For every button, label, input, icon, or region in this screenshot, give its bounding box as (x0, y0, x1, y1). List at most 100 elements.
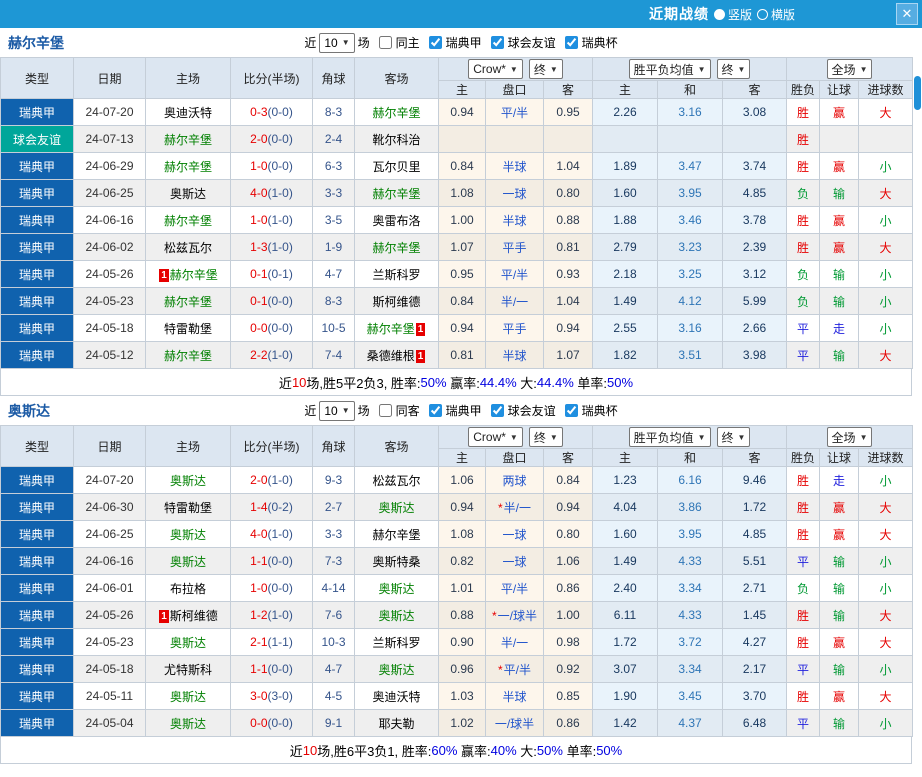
ah-away-odds-cell: 0.84 (543, 466, 593, 494)
league-label: 球会友谊 (507, 404, 556, 418)
eu-home-cell: 2.55 (592, 314, 658, 342)
wdl-cell: 胜 (786, 233, 821, 261)
handicap-result-cell: 输 (819, 179, 860, 207)
league-checkbox-friendly[interactable] (490, 404, 504, 417)
fulltime-score: 1-4 (250, 500, 268, 514)
halftime-score: (1-1) (267, 635, 293, 649)
col-score: 比分(半场) (230, 425, 313, 467)
ah-home-odds-cell: 0.90 (438, 628, 486, 656)
fulltime-score: 2-0 (250, 473, 268, 487)
match-row[interactable]: 瑞典甲 24-07-20 奥斯达 2-0(1-0) 9-3 松兹瓦尔 1.06 两球 0.84 1… (0, 466, 914, 494)
home-team-cell: 赫尔辛堡 (145, 206, 231, 234)
date-cell: 24-05-04 (73, 709, 146, 737)
ah-line-cell: 两球 (485, 466, 544, 494)
league-cell: 瑞典甲 (0, 341, 74, 369)
ah-home-odds-cell: 0.82 (438, 547, 486, 575)
match-count-select[interactable]: 10 ▼ (319, 400, 355, 421)
league-label: 瑞典甲 (445, 404, 482, 418)
match-row[interactable]: 瑞典甲 24-06-16 奥斯达 1-1(0-0) 7-3 奥斯特桑 0.82 一球 1.06 1… (0, 547, 914, 575)
league-checkbox-allsvenskan[interactable] (428, 36, 442, 49)
fulltime-score: 0-1 (250, 294, 268, 308)
corners-cell: 10-5 (312, 314, 355, 342)
same-venue-checkbox[interactable] (378, 404, 392, 417)
eu-draw-cell: 4.37 (657, 709, 723, 737)
same-venue-checkbox[interactable] (378, 36, 392, 49)
scope-select[interactable]: 全场 ▼ (826, 59, 873, 79)
ah-home-odds-cell: 0.96 (438, 655, 486, 683)
team-name: 赫尔辛堡 (163, 132, 212, 147)
match-row[interactable]: 瑞典甲 24-05-18 特雷勒堡 0-0(0-0) 10-5 赫尔辛堡 1 0.94 平手 0.… (0, 314, 914, 342)
ah-line-cell: 半球 (485, 341, 544, 369)
away-team-cell: 奥斯特桑 (354, 547, 439, 575)
team-name: 松兹瓦尔 (163, 240, 212, 255)
match-row[interactable]: 瑞典甲 24-06-01 布拉格 1-0(0-0) 4-14 奥斯达 1.01 平/半 0.86… (0, 574, 914, 602)
match-row[interactable]: 瑞典甲 24-06-30 特雷勒堡 1-4(0-2) 2-7 奥斯达 0.94 *半/一 0.9… (0, 493, 914, 521)
match-row[interactable]: 瑞典甲 24-06-29 赫尔辛堡 1-0(0-0) 6-3 瓦尔贝里 0.84 半球 1.04… (0, 152, 914, 180)
score-cell: 2-1(1-1) (230, 628, 313, 656)
match-row[interactable]: 瑞典甲 24-06-25 奥斯达 4-0(1-0) 3-3 赫尔辛堡 1.08 一球 0.80 1… (0, 179, 914, 207)
team-name: 赫尔辛堡 (169, 267, 218, 282)
halftime-score: (1-0) (267, 186, 293, 200)
match-row[interactable]: 瑞典甲 24-07-20 奥迪沃特 0-3(0-0) 8-3 赫尔辛堡 0.94 平/半 0.9… (0, 98, 914, 126)
odds-company-select[interactable]: Crow* ▼ (468, 59, 523, 79)
match-row[interactable]: 瑞典甲 24-06-02 松兹瓦尔 1-3(1-0) 1-9 赫尔辛堡 1.07 平手 0.81… (0, 233, 914, 261)
league-checkbox-allsvenskan[interactable] (428, 404, 442, 417)
match-row[interactable]: 瑞典甲 24-06-25 奥斯达 4-0(1-0) 3-3 赫尔辛堡 1.08 一球 0.80 1… (0, 520, 914, 548)
wdl-time-select[interactable]: 终 ▼ (716, 427, 751, 447)
halftime-score: (3-0) (267, 689, 293, 703)
match-row[interactable]: 瑞典甲 24-05-11 奥斯达 3-0(3-0) 4-5 奥迪沃特 1.03 半球 0.85 1… (0, 682, 914, 710)
eu-away-cell: 5.51 (721, 547, 788, 575)
match-row[interactable]: 瑞典甲 24-05-26 1 赫尔辛堡 0-1(0-1) 4-7 兰斯科罗 0.95 平/半 0.… (0, 260, 914, 288)
ah-home-odds-cell: 0.95 (438, 260, 486, 288)
radio-vertical-layout[interactable]: 竖版 (714, 6, 752, 23)
same-venue-label: 同客 (395, 404, 420, 418)
corners-cell: 4-5 (312, 682, 355, 710)
team-name: 赫尔辛堡 (163, 159, 212, 174)
match-row[interactable]: 瑞典甲 24-05-12 赫尔辛堡 2-2(1-0) 7-4 桑德维根 1 0.81 半球 1.0… (0, 341, 914, 369)
odds-company-select[interactable]: Crow* ▼ (468, 427, 523, 447)
close-icon[interactable]: ✕ (896, 3, 918, 25)
league-checkbox-friendly[interactable] (490, 36, 504, 49)
team-name: 奥迪沃特 (163, 105, 212, 120)
match-row[interactable]: 瑞典甲 24-06-16 赫尔辛堡 1-0(1-0) 3-5 奥雷布洛 1.00 半球 0.88… (0, 206, 914, 234)
subcol-ah-away: 客 (543, 448, 593, 467)
match-row[interactable]: 瑞典甲 24-05-26 1 斯柯维德 1-2(1-0) 7-6 奥斯达 0.88 *一/球半 1… (0, 601, 914, 629)
wdl-average-select[interactable]: 胜平负均值 ▼ (628, 427, 711, 447)
halftime-score: (0-0) (267, 105, 293, 119)
score-cell: 3-0(3-0) (230, 682, 313, 710)
match-row[interactable]: 瑞典甲 24-05-04 奥斯达 0-0(0-0) 9-1 耶夫勒 1.02 一/球半 0.86… (0, 709, 914, 737)
corners-cell: 3-5 (312, 206, 355, 234)
match-count-select[interactable]: 10 ▼ (319, 32, 355, 53)
scrollbar-thumb[interactable] (914, 76, 921, 110)
league-checkbox-cup[interactable] (564, 404, 578, 417)
match-row[interactable]: 球会友谊 24-07-13 赫尔辛堡 2-0(0-0) 2-4 靴尔科治胜 (0, 125, 914, 153)
league-checkbox-cup[interactable] (564, 36, 578, 49)
corners-cell: 7-3 (312, 547, 355, 575)
radio-horizontal-label: 横版 (771, 7, 796, 22)
wdl-time-select[interactable]: 终 ▼ (716, 59, 751, 79)
goals-cell: 大 (858, 233, 914, 261)
ah-line-cell: 平/半 (485, 260, 544, 288)
changed-line-asterisk: * (497, 662, 503, 677)
handicap-time-select[interactable]: 终 ▼ (528, 427, 563, 447)
match-row[interactable]: 瑞典甲 24-05-18 尤特斯科 1-1(0-0) 4-7 奥斯达 0.96 *平/半 0.9… (0, 655, 914, 683)
halftime-score: (1-0) (267, 473, 293, 487)
eu-home-cell (592, 125, 658, 153)
eu-away-cell: 2.66 (721, 314, 788, 342)
corners-cell: 9-3 (312, 466, 355, 494)
handicap-time-select[interactable]: 终 ▼ (528, 59, 563, 79)
match-row[interactable]: 瑞典甲 24-05-23 奥斯达 2-1(1-1) 10-3 兰斯科罗 0.90 半/一 0.9… (0, 628, 914, 656)
league-cell: 瑞典甲 (0, 466, 74, 494)
scope-select[interactable]: 全场 ▼ (826, 427, 873, 447)
wdl-cell: 胜 (786, 682, 821, 710)
eu-away-cell: 4.85 (721, 179, 788, 207)
score-cell: 1-0(0-0) (230, 574, 313, 602)
home-team-cell: 布拉格 (145, 574, 231, 602)
corners-cell: 6-3 (312, 152, 355, 180)
match-row[interactable]: 瑞典甲 24-05-23 赫尔辛堡 0-1(0-0) 8-3 斯柯维德 0.84 半/一 1.0… (0, 287, 914, 315)
league-cell: 瑞典甲 (0, 179, 74, 207)
team-name: 赫尔辛堡 (372, 527, 421, 542)
radio-horizontal-layout[interactable]: 横版 (757, 6, 795, 23)
team-name: 奥斯达 (378, 662, 415, 677)
wdl-average-select[interactable]: 胜平负均值 ▼ (628, 59, 711, 79)
